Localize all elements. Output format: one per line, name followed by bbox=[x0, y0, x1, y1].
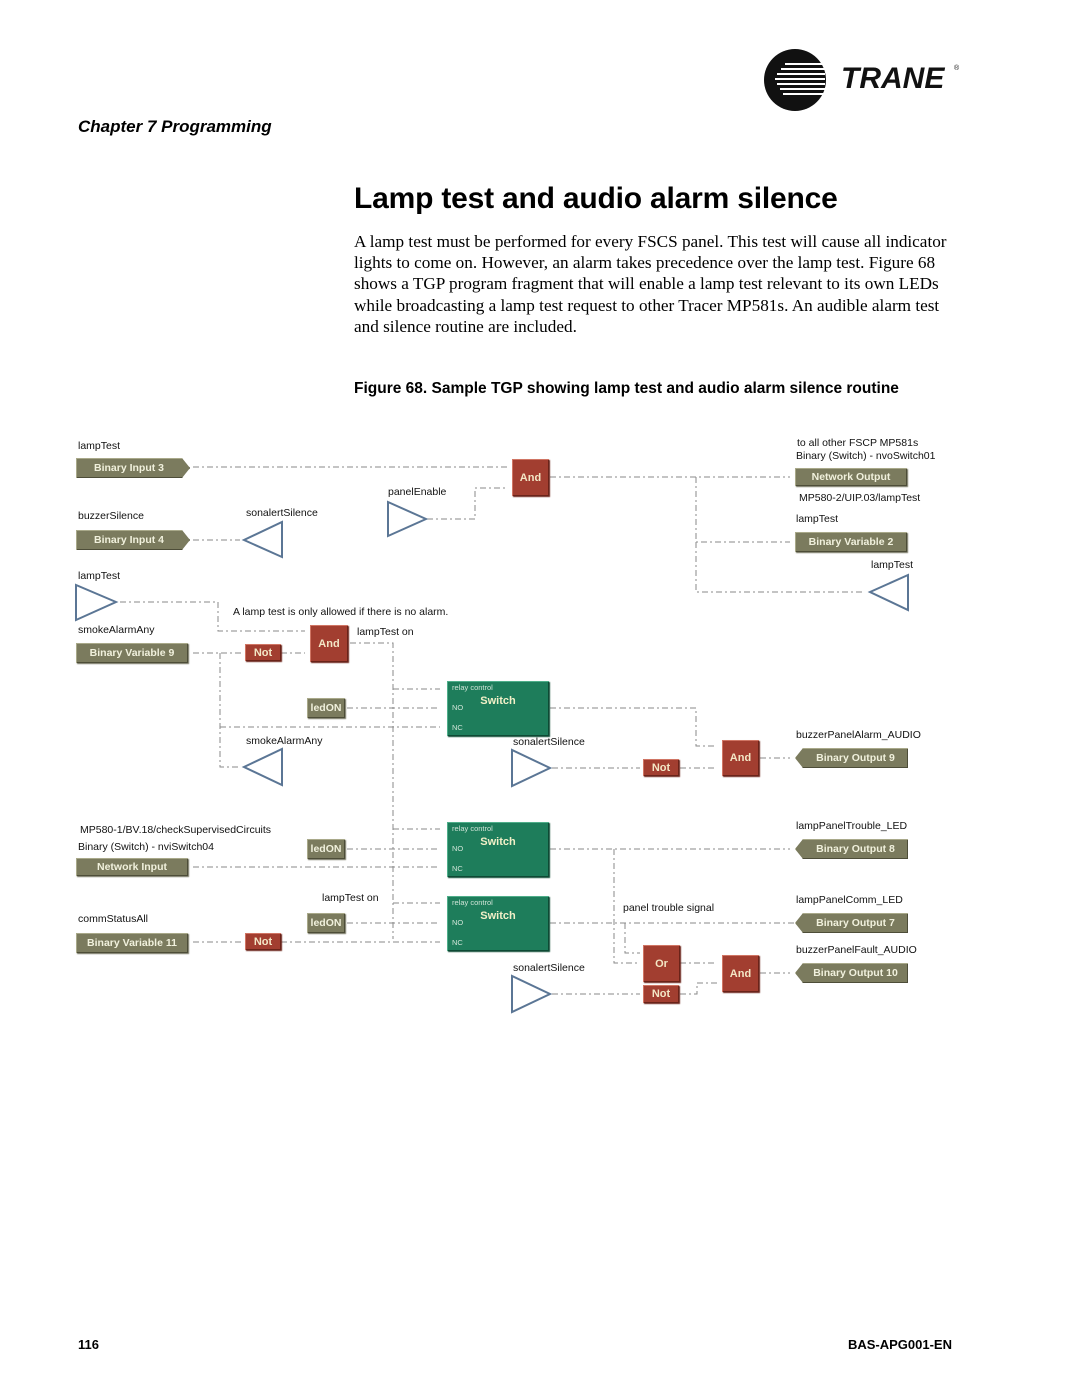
label-panel-trouble-signal: panel trouble signal bbox=[623, 902, 715, 914]
network-output-block[interactable]: Network Output bbox=[795, 468, 907, 486]
label-lamptest-bv2: lampTest bbox=[796, 513, 839, 525]
not-block-4[interactable]: Not bbox=[643, 985, 679, 1003]
label-lamptest: lampTest bbox=[78, 440, 121, 452]
tgp-diagram: lampTest buzzerSilence sonalertSilence p… bbox=[0, 0, 1080, 1397]
not-block-2[interactable]: Not bbox=[643, 759, 679, 776]
binary-input-4-block[interactable]: Binary Input 4 bbox=[76, 530, 190, 550]
binary-variable-9-block[interactable]: Binary Variable 9 bbox=[76, 643, 188, 663]
switch-block-2[interactable]: relay control Switch NO NC bbox=[447, 822, 549, 877]
or-block[interactable]: Or bbox=[643, 945, 680, 982]
nc-pin: NC bbox=[452, 723, 463, 732]
annotation-note: A lamp test is only allowed if there is … bbox=[233, 606, 449, 618]
panel-enable-triangle bbox=[387, 500, 429, 538]
led-on-block-3[interactable]: ledON bbox=[307, 913, 345, 933]
and-block-4[interactable]: And bbox=[722, 955, 759, 992]
binary-variable-2-block[interactable]: Binary Variable 2 bbox=[795, 532, 907, 552]
label-panel-enable: panelEnable bbox=[388, 486, 447, 498]
label-lamptest-on: lampTest on bbox=[357, 626, 414, 638]
no-pin: NO bbox=[452, 918, 464, 927]
label-buzzer-silence: buzzerSilence bbox=[78, 510, 144, 522]
led-on-block-1[interactable]: ledON bbox=[307, 698, 345, 718]
label-binary-switch-nvi: Binary (Switch) - nviSwitch04 bbox=[78, 841, 214, 853]
label-mp580-2: MP580-2/UIP.03/lampTest bbox=[799, 492, 921, 504]
label-lamptest-in: lampTest bbox=[78, 570, 121, 582]
and-block-1[interactable]: And bbox=[512, 459, 549, 496]
binary-output-9-block[interactable]: Binary Output 9 bbox=[795, 748, 908, 768]
label-sonalert-silence-3: sonalertSilence bbox=[513, 962, 585, 974]
binary-output-10-block[interactable]: Binary Output 10 bbox=[795, 963, 908, 983]
wire bbox=[624, 923, 640, 954]
sonalert-silence-triangle-2 bbox=[511, 748, 553, 788]
sonalert-silence-input-triangle bbox=[241, 520, 283, 559]
binary-variable-11-block[interactable]: Binary Variable 11 bbox=[76, 933, 188, 953]
label-lamptest-out: lampTest bbox=[871, 559, 914, 571]
no-pin: NO bbox=[452, 703, 464, 712]
led-on-block-2[interactable]: ledON bbox=[307, 839, 345, 859]
smoke-alarm-triangle bbox=[241, 747, 283, 787]
label-buzzer-panel-fault: buzzerPanelFault_AUDIO bbox=[796, 944, 917, 956]
label-mp580-1: MP580-1/BV.18/checkSupervisedCircuits bbox=[80, 824, 272, 836]
not-block-1[interactable]: Not bbox=[245, 644, 281, 661]
nc-pin: NC bbox=[452, 864, 463, 873]
relay-control-pin: relay control bbox=[452, 824, 493, 833]
no-pin: NO bbox=[452, 844, 464, 853]
switch-block-3[interactable]: relay control Switch NO NC bbox=[447, 896, 549, 951]
label-lamptest-on-2: lampTest on bbox=[322, 892, 379, 904]
relay-control-pin: relay control bbox=[452, 898, 493, 907]
and-block-3[interactable]: And bbox=[722, 740, 759, 776]
label-lamp-panel-comm: lampPanelComm_LED bbox=[796, 894, 903, 906]
label-smoke-alarm-2: smokeAlarmAny bbox=[246, 735, 323, 747]
not-block-3[interactable]: Not bbox=[245, 933, 281, 950]
relay-control-pin: relay control bbox=[452, 683, 493, 692]
binary-output-7-block[interactable]: Binary Output 7 bbox=[795, 913, 908, 933]
wire bbox=[219, 653, 240, 768]
binary-input-3-block[interactable]: Binary Input 3 bbox=[76, 458, 190, 478]
sonalert-silence-triangle-3 bbox=[511, 974, 553, 1014]
page-number: 116 bbox=[78, 1337, 99, 1352]
label-lamp-panel-trouble: lampPanelTrouble_LED bbox=[796, 820, 908, 832]
label-sonalert-silence-2: sonalertSilence bbox=[513, 736, 585, 748]
nc-pin: NC bbox=[452, 938, 463, 947]
document-id: BAS-APG001-EN bbox=[847, 1337, 952, 1352]
wire bbox=[680, 982, 717, 995]
label-comm-status-all: commStatusAll bbox=[78, 913, 149, 925]
label-buzzer-panel-alarm: buzzerPanelAlarm_AUDIO bbox=[796, 729, 921, 741]
label-sonalert-silence: sonalertSilence bbox=[246, 507, 318, 519]
label-smoke-alarm: smokeAlarmAny bbox=[78, 624, 155, 636]
wire bbox=[695, 477, 790, 543]
label-to-all-other: to all other FSCP MP581s bbox=[797, 437, 919, 449]
binary-output-8-block[interactable]: Binary Output 8 bbox=[795, 839, 908, 859]
label-binary-switch-nvo: Binary (Switch) - nvoSwitch01 bbox=[796, 450, 936, 462]
network-input-block[interactable]: Network Input bbox=[76, 858, 188, 876]
switch-block-1[interactable]: relay control Switch NO NC bbox=[447, 681, 549, 736]
lamptest-output-triangle bbox=[867, 573, 909, 612]
lamptest-input-triangle bbox=[75, 583, 119, 622]
and-block-2[interactable]: And bbox=[310, 625, 348, 662]
